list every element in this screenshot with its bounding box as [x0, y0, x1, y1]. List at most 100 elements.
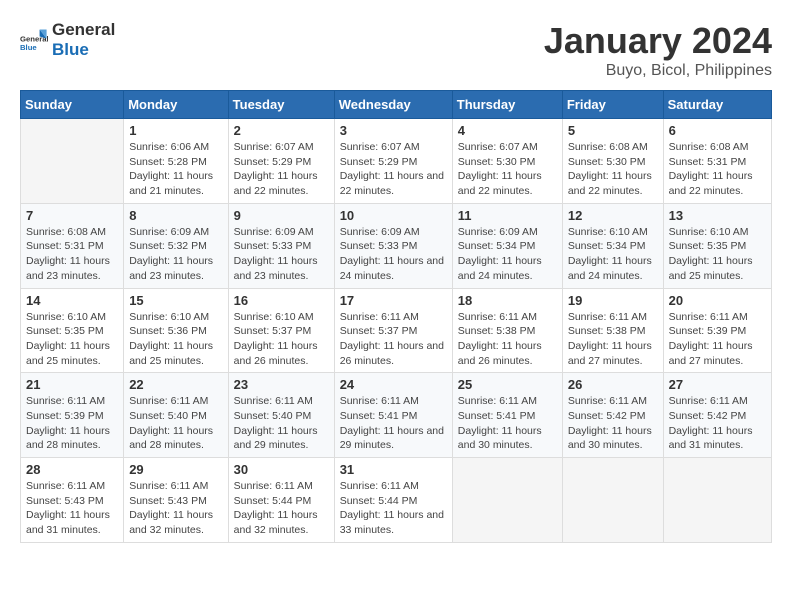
day-number: 29 [129, 462, 222, 477]
daylight-text: Daylight: 11 hours and 26 minutes. [340, 339, 447, 368]
day-number: 7 [26, 208, 118, 223]
title-area: January 2024 Buyo, Bicol, Philippines [544, 20, 772, 80]
day-number: 14 [26, 293, 118, 308]
sunrise-text: Sunrise: 6:10 AM [234, 310, 329, 325]
daylight-text: Daylight: 11 hours and 32 minutes. [129, 508, 222, 537]
day-info: Sunrise: 6:09 AMSunset: 5:32 PMDaylight:… [129, 225, 222, 284]
daylight-text: Daylight: 11 hours and 27 minutes. [568, 339, 658, 368]
calendar-cell: 16Sunrise: 6:10 AMSunset: 5:37 PMDayligh… [228, 288, 334, 373]
day-number: 18 [458, 293, 557, 308]
daylight-text: Daylight: 11 hours and 26 minutes. [458, 339, 557, 368]
day-number: 21 [26, 377, 118, 392]
sunrise-text: Sunrise: 6:11 AM [458, 310, 557, 325]
weekday-header-row: SundayMondayTuesdayWednesdayThursdayFrid… [21, 91, 772, 119]
daylight-text: Daylight: 11 hours and 22 minutes. [669, 169, 766, 198]
day-number: 13 [669, 208, 766, 223]
sunrise-text: Sunrise: 6:10 AM [568, 225, 658, 240]
sunrise-text: Sunrise: 6:06 AM [129, 140, 222, 155]
sunrise-text: Sunrise: 6:11 AM [26, 479, 118, 494]
daylight-text: Daylight: 11 hours and 22 minutes. [234, 169, 329, 198]
day-number: 15 [129, 293, 222, 308]
weekday-header-sunday: Sunday [21, 91, 124, 119]
day-number: 1 [129, 123, 222, 138]
weekday-header-wednesday: Wednesday [334, 91, 452, 119]
calendar-cell [452, 458, 562, 543]
day-info: Sunrise: 6:09 AMSunset: 5:33 PMDaylight:… [340, 225, 447, 284]
location-subtitle: Buyo, Bicol, Philippines [544, 62, 772, 80]
sunset-text: Sunset: 5:30 PM [568, 155, 658, 170]
calendar-cell: 18 Sunrise: 6:11 AMSunset: 5:38 PMDayligh… [452, 288, 562, 373]
week-row-5: 28Sunrise: 6:11 AMSunset: 5:43 PMDayligh… [21, 458, 772, 543]
day-number: 17 [340, 293, 447, 308]
calendar-cell: 10Sunrise: 6:09 AMSunset: 5:33 PMDayligh… [334, 203, 452, 288]
daylight-text: Daylight: 11 hours and 23 minutes. [234, 254, 329, 283]
daylight-text: Daylight: 11 hours and 23 minutes. [129, 254, 222, 283]
weekday-header-monday: Monday [124, 91, 228, 119]
day-info: Sunrise: 6:11 AMSunset: 5:38 PMDaylight:… [458, 310, 557, 369]
daylight-text: Daylight: 11 hours and 28 minutes. [26, 424, 118, 453]
sunset-text: Sunset: 5:40 PM [234, 409, 329, 424]
calendar-cell: 20 Sunrise: 6:11 AMSunset: 5:39 PMDayligh… [663, 288, 771, 373]
daylight-text: Daylight: 11 hours and 31 minutes. [26, 508, 118, 537]
page-header: General Blue General Blue January 2024 B… [20, 20, 772, 80]
day-info: Sunrise: 6:07 AMSunset: 5:29 PMDaylight:… [340, 140, 447, 199]
day-number: 20 [669, 293, 766, 308]
sunrise-text: Sunrise: 6:11 AM [458, 394, 557, 409]
sunrise-text: Sunrise: 6:09 AM [458, 225, 557, 240]
daylight-text: Daylight: 11 hours and 32 minutes. [234, 508, 329, 537]
calendar-cell: 1Sunrise: 6:06 AMSunset: 5:28 PMDaylight… [124, 119, 228, 204]
calendar-cell: 21Sunrise: 6:11 AMSunset: 5:39 PMDayligh… [21, 373, 124, 458]
calendar-cell: 28Sunrise: 6:11 AMSunset: 5:43 PMDayligh… [21, 458, 124, 543]
daylight-text: Daylight: 11 hours and 33 minutes. [340, 508, 447, 537]
daylight-text: Daylight: 11 hours and 29 minutes. [234, 424, 329, 453]
day-info: Sunrise: 6:11 AMSunset: 5:44 PMDaylight:… [340, 479, 447, 538]
day-info: Sunrise: 6:11 AMSunset: 5:43 PMDaylight:… [129, 479, 222, 538]
sunrise-text: Sunrise: 6:07 AM [340, 140, 447, 155]
calendar-cell: 22Sunrise: 6:11 AMSunset: 5:40 PMDayligh… [124, 373, 228, 458]
sunrise-text: Sunrise: 6:11 AM [340, 394, 447, 409]
weekday-header-friday: Friday [562, 91, 663, 119]
day-info: Sunrise: 6:07 AMSunset: 5:30 PMDaylight:… [458, 140, 557, 199]
day-info: Sunrise: 6:08 AMSunset: 5:31 PMDaylight:… [669, 140, 766, 199]
daylight-text: Daylight: 11 hours and 25 minutes. [669, 254, 766, 283]
sunset-text: Sunset: 5:44 PM [340, 494, 447, 509]
sunrise-text: Sunrise: 6:11 AM [129, 394, 222, 409]
daylight-text: Daylight: 11 hours and 25 minutes. [26, 339, 118, 368]
day-number: 25 [458, 377, 557, 392]
week-row-3: 14Sunrise: 6:10 AMSunset: 5:35 PMDayligh… [21, 288, 772, 373]
sunset-text: Sunset: 5:32 PM [129, 239, 222, 254]
day-info: Sunrise: 6:10 AMSunset: 5:35 PMDaylight:… [669, 225, 766, 284]
day-number: 6 [669, 123, 766, 138]
calendar-cell [21, 119, 124, 204]
weekday-header-thursday: Thursday [452, 91, 562, 119]
calendar-cell: 17Sunrise: 6:11 AMSunset: 5:37 PMDayligh… [334, 288, 452, 373]
day-number: 30 [234, 462, 329, 477]
calendar-cell [562, 458, 663, 543]
calendar-cell: 13 Sunrise: 6:10 AMSunset: 5:35 PMDayligh… [663, 203, 771, 288]
calendar-cell: 25Sunrise: 6:11 AMSunset: 5:41 PMDayligh… [452, 373, 562, 458]
day-info: Sunrise: 6:11 AMSunset: 5:39 PMDaylight:… [669, 310, 766, 369]
sunset-text: Sunset: 5:44 PM [234, 494, 329, 509]
day-number: 11 [458, 208, 557, 223]
daylight-text: Daylight: 11 hours and 31 minutes. [669, 424, 766, 453]
sunrise-text: Sunrise: 6:11 AM [568, 310, 658, 325]
sunrise-text: Sunrise: 6:11 AM [669, 310, 766, 325]
day-info: Sunrise: 6:09 AMSunset: 5:33 PMDaylight:… [234, 225, 329, 284]
day-info: Sunrise: 6:11 AMSunset: 5:42 PMDaylight:… [669, 394, 766, 453]
calendar-cell: 2Sunrise: 6:07 AMSunset: 5:29 PMDaylight… [228, 119, 334, 204]
day-number: 24 [340, 377, 447, 392]
calendar-cell: 24Sunrise: 6:11 AMSunset: 5:41 PMDayligh… [334, 373, 452, 458]
day-number: 9 [234, 208, 329, 223]
sunset-text: Sunset: 5:39 PM [669, 324, 766, 339]
daylight-text: Daylight: 11 hours and 22 minutes. [458, 169, 557, 198]
calendar-cell: 26Sunrise: 6:11 AMSunset: 5:42 PMDayligh… [562, 373, 663, 458]
day-info: Sunrise: 6:10 AMSunset: 5:37 PMDaylight:… [234, 310, 329, 369]
daylight-text: Daylight: 11 hours and 23 minutes. [26, 254, 118, 283]
day-number: 22 [129, 377, 222, 392]
daylight-text: Daylight: 11 hours and 25 minutes. [129, 339, 222, 368]
sunset-text: Sunset: 5:29 PM [340, 155, 447, 170]
sunset-text: Sunset: 5:42 PM [669, 409, 766, 424]
logo-blue-text: Blue [52, 40, 115, 60]
daylight-text: Daylight: 11 hours and 27 minutes. [669, 339, 766, 368]
calendar-cell: 6 Sunrise: 6:08 AMSunset: 5:31 PMDaylight… [663, 119, 771, 204]
